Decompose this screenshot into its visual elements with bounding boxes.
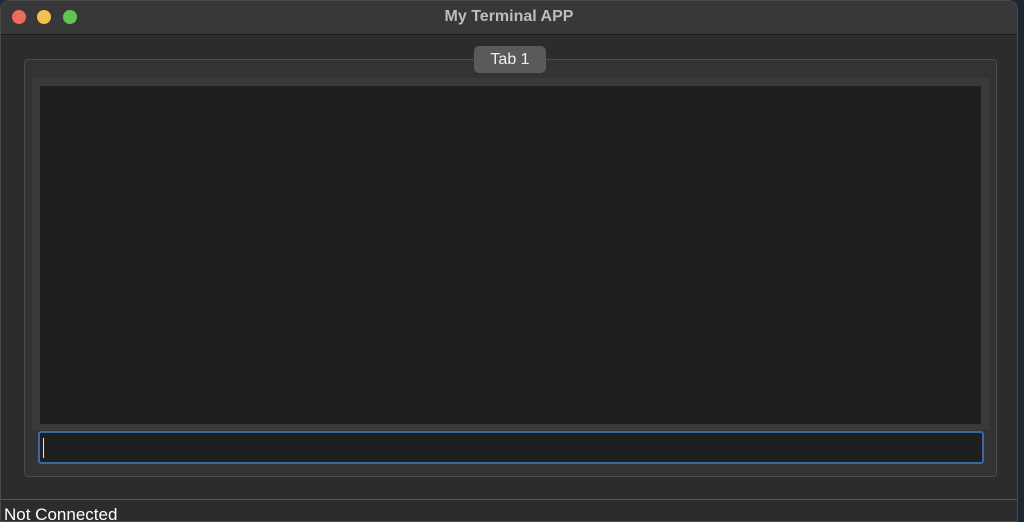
command-input[interactable] <box>38 431 984 464</box>
title-bar: My Terminal APP <box>1 1 1017 35</box>
status-bar: Not Connected <box>1 499 1017 522</box>
window-title: My Terminal APP <box>444 8 574 25</box>
app-window: My Terminal APP Tab 1 Not Connected <box>0 0 1018 522</box>
background-window-edge <box>1018 0 1024 522</box>
connection-status: Not Connected <box>4 505 118 522</box>
terminal-output[interactable] <box>40 86 981 424</box>
tab-1[interactable]: Tab 1 <box>474 46 546 73</box>
text-caret <box>43 438 44 458</box>
